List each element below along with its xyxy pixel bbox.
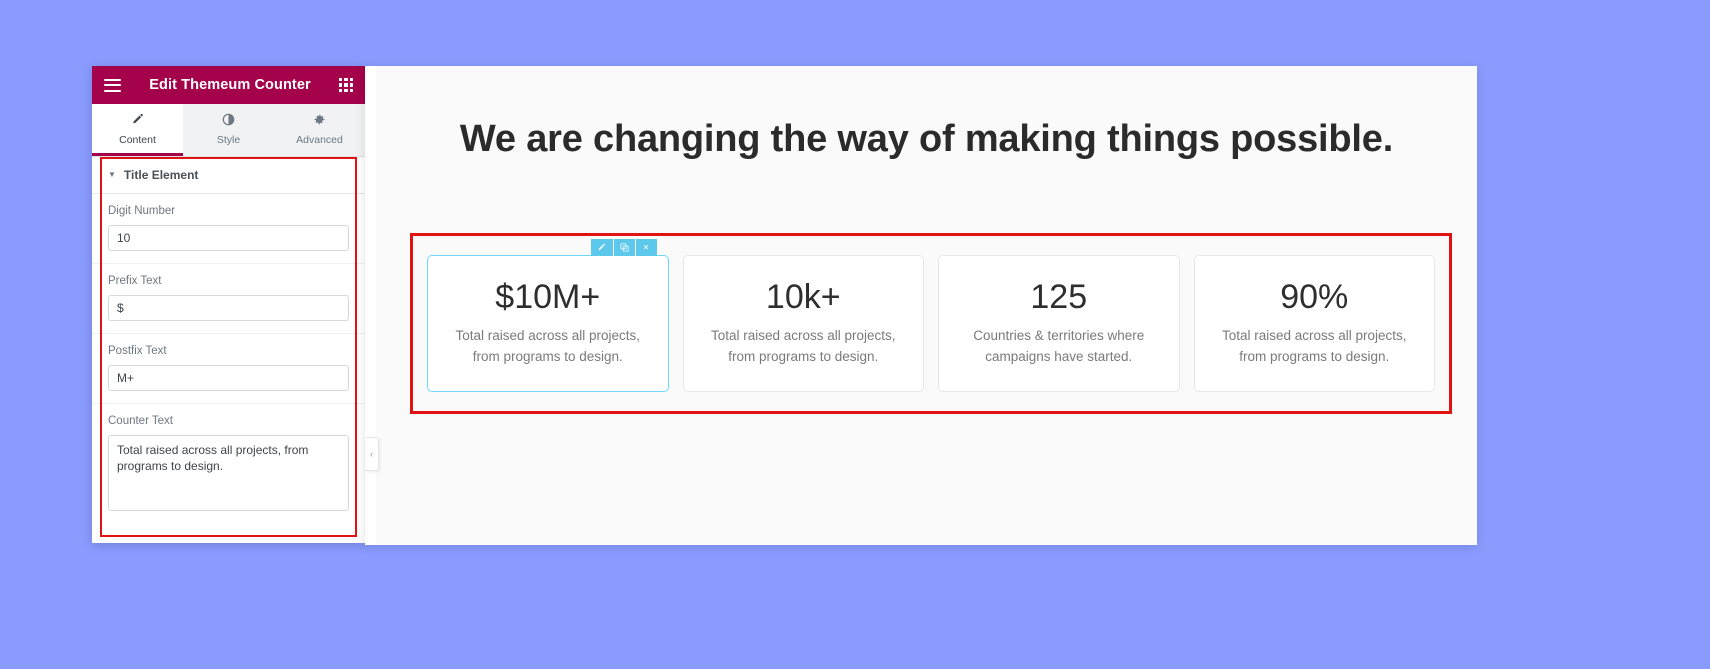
counter-card[interactable]: 10k+ Total raised across all projects, f…	[682, 255, 924, 392]
panel-body: ▼ Title Element Digit Number Prefix Text…	[92, 157, 365, 543]
counters-section-highlight: ✕ $10M+ Total raised across all projects…	[410, 233, 1452, 414]
tab-advanced[interactable]: Advanced	[274, 104, 365, 156]
field-prefix-text-label: Prefix Text	[108, 275, 162, 287]
field-digit-number: Digit Number	[92, 194, 365, 264]
tab-style-label: Style	[216, 134, 241, 146]
preview-canvas: We are changing the way of making things…	[365, 66, 1477, 545]
chevron-down-icon: ▼	[108, 170, 116, 179]
counter-card[interactable]: ✕ $10M+ Total raised across all projects…	[427, 239, 669, 392]
counter-card[interactable]: 90% Total raised across all projects, fr…	[1193, 255, 1435, 392]
field-counter-text-label: Counter Text	[108, 415, 173, 427]
digit-number-input[interactable]	[108, 225, 349, 251]
panel-tabs: Content Style Advanced	[92, 104, 365, 157]
delete-widget-button[interactable]: ✕	[634, 239, 657, 256]
close-icon: ✕	[642, 242, 650, 252]
counter-text: Total raised across all projects, from p…	[455, 328, 641, 365]
field-prefix-text: Prefix Text	[92, 264, 365, 334]
preview-heading: We are changing the way of making things…	[459, 118, 1394, 160]
section-title-label: Title Element	[123, 168, 199, 182]
field-postfix-text-label: Postfix Text	[108, 345, 167, 357]
counter-text: Countries & territories where campaigns …	[973, 328, 1145, 365]
editor-panel: Edit Themeum Counter Content Style Advan…	[92, 66, 365, 543]
field-digit-number-label: Digit Number	[108, 205, 176, 217]
field-counter-text: Counter Text	[92, 404, 365, 528]
counter-text: Total raised across all projects, from p…	[710, 328, 896, 365]
element-toolbar: ✕	[590, 239, 657, 256]
duplicate-widget-button[interactable]	[612, 239, 635, 256]
counter-number: 10k+	[765, 277, 841, 316]
contrast-icon	[183, 113, 274, 129]
field-postfix-text: Postfix Text	[92, 334, 365, 404]
panel-header: Edit Themeum Counter	[92, 66, 365, 104]
tab-content[interactable]: Content	[92, 104, 183, 156]
hamburger-bar	[104, 84, 121, 86]
counter-number: 90%	[1280, 277, 1349, 316]
tab-advanced-label: Advanced	[296, 134, 343, 146]
counter-number: 125	[1030, 277, 1088, 316]
hamburger-menu-icon[interactable]	[104, 78, 121, 92]
edit-widget-button[interactable]	[590, 239, 613, 256]
gear-icon	[274, 113, 365, 129]
counter-text-textarea[interactable]	[108, 435, 349, 511]
panel-collapse-toggle[interactable]: ‹	[365, 437, 379, 471]
counter-text: Total raised across all projects, from p…	[1221, 328, 1407, 365]
tab-style[interactable]: Style	[183, 104, 274, 156]
counters-row: ✕ $10M+ Total raised across all projects…	[413, 236, 1449, 411]
prefix-text-input[interactable]	[108, 295, 349, 321]
pencil-icon	[92, 113, 183, 129]
hamburger-bar	[104, 89, 121, 92]
pencil-icon	[597, 243, 606, 252]
section-title-element[interactable]: ▼ Title Element	[92, 157, 365, 194]
grid-apps-icon[interactable]	[339, 78, 353, 92]
chevron-left-icon: ‹	[369, 448, 374, 460]
postfix-text-input[interactable]	[108, 365, 349, 391]
duplicate-icon	[619, 243, 629, 252]
tab-content-label: Content	[119, 134, 156, 146]
counter-number: $10M+	[495, 277, 601, 316]
counter-card[interactable]: 125 Countries & territories where campai…	[938, 255, 1180, 392]
hamburger-bar	[104, 78, 121, 81]
panel-title: Edit Themeum Counter	[149, 77, 311, 93]
preview-content: We are changing the way of making things…	[376, 66, 1477, 545]
